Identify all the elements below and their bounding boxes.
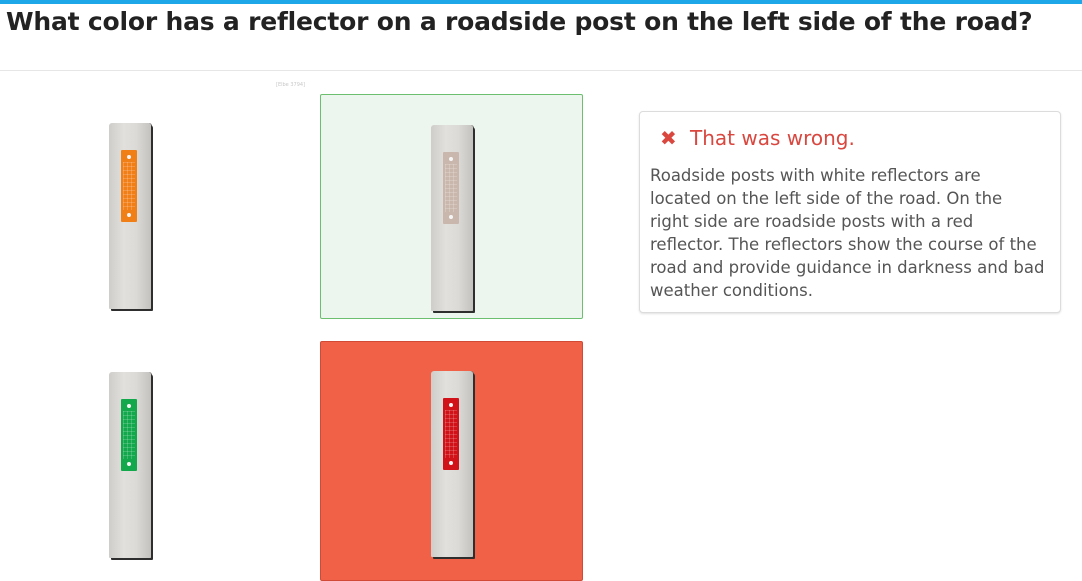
reflector-orange — [121, 150, 137, 222]
answer-option-orange[interactable] — [0, 94, 263, 319]
top-accent-bar — [0, 0, 1082, 4]
feedback-title: That was wrong. — [690, 126, 855, 150]
answer-option-green[interactable] — [0, 341, 263, 566]
answer-option-red[interactable] — [320, 341, 583, 581]
image-credit: [Elbe 3794] — [276, 82, 306, 88]
roadside-post-image — [109, 123, 151, 309]
reflector-red — [443, 398, 459, 470]
roadside-post-image — [431, 125, 473, 311]
x-icon: ✖ — [660, 126, 677, 150]
reflector-green — [121, 399, 137, 471]
feedback-card: ✖ That was wrong. Roadside posts with whi… — [639, 111, 1061, 313]
reflector-white — [443, 152, 459, 224]
feedback-heading: ✖ That was wrong. — [660, 126, 855, 150]
header-divider — [0, 70, 1082, 71]
question-title: What color has a reflector on a roadside… — [6, 7, 1033, 36]
answer-option-white[interactable] — [320, 94, 583, 319]
roadside-post-image — [431, 371, 473, 557]
roadside-post-image — [109, 372, 151, 558]
feedback-explanation: Roadside posts with white reflectors are… — [650, 166, 1045, 300]
